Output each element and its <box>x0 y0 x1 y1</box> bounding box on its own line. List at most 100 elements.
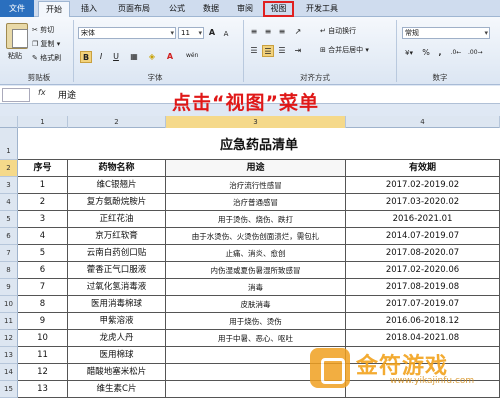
bold-button[interactable]: B <box>80 51 92 63</box>
table-cell[interactable]: 正红花油 <box>68 211 166 227</box>
sheet-title[interactable]: 应急药品清单 <box>18 128 500 160</box>
italic-button[interactable]: I <box>95 51 107 63</box>
table-cell[interactable]: 2016.06-2018.12 <box>346 313 500 329</box>
row-header[interactable]: 6 <box>0 228 18 245</box>
align-top-icon[interactable]: ≡ <box>248 26 260 38</box>
row-header[interactable]: 14 <box>0 364 18 381</box>
fill-color-icon[interactable]: ◈ <box>146 51 158 63</box>
table-cell[interactable]: 云南白药创口贴 <box>68 245 166 261</box>
header-cell[interactable]: 序号 <box>18 160 68 176</box>
table-cell[interactable]: 3 <box>18 211 68 227</box>
tab-file[interactable]: 文件 <box>0 0 34 17</box>
row-header[interactable]: 15 <box>0 381 18 398</box>
header-cell[interactable]: 有效期 <box>346 160 500 176</box>
tab-page-layout[interactable]: 页面布局 <box>110 1 158 17</box>
copy-button[interactable]: ❐ 复制 ▾ <box>32 39 60 49</box>
table-cell[interactable]: 京万红软膏 <box>68 228 166 244</box>
table-cell[interactable]: 2017.02-2019.02 <box>346 177 500 193</box>
table-cell[interactable]: 7 <box>18 279 68 295</box>
paste-icon[interactable] <box>6 23 28 49</box>
table-cell[interactable]: 龙虎人丹 <box>68 330 166 346</box>
row-header[interactable]: 1 <box>0 128 18 160</box>
table-cell[interactable]: 治疗普通感冒 <box>166 194 346 210</box>
table-cell[interactable]: 维生素C片 <box>68 381 166 397</box>
table-cell[interactable]: 10 <box>18 330 68 346</box>
align-middle-icon[interactable]: ≡ <box>262 26 274 38</box>
table-cell[interactable]: 2016-2021.01 <box>346 211 500 227</box>
currency-icon[interactable]: ¥▾ <box>403 47 415 59</box>
select-all-corner[interactable] <box>0 116 18 128</box>
border-icon[interactable]: ▦ <box>128 51 140 63</box>
fx-icon[interactable]: fx <box>38 88 46 97</box>
table-cell[interactable]: 维C银翘片 <box>68 177 166 193</box>
table-cell[interactable]: 过氧化氢消毒液 <box>68 279 166 295</box>
table-cell[interactable]: 2017.02-2020.06 <box>346 262 500 278</box>
table-cell[interactable]: 医用消毒棉球 <box>68 296 166 312</box>
table-cell[interactable]: 用于烧伤、烫伤 <box>166 313 346 329</box>
row-header[interactable]: 9 <box>0 279 18 296</box>
table-cell[interactable]: 用于中暑、恶心、呕吐 <box>166 330 346 346</box>
tab-insert[interactable]: 插入 <box>74 1 104 17</box>
tab-developer[interactable]: 开发工具 <box>300 1 344 17</box>
table-cell[interactable]: 消毒 <box>166 279 346 295</box>
table-cell[interactable]: 止痛、消炎、愈创 <box>166 245 346 261</box>
table-cell[interactable]: 9 <box>18 313 68 329</box>
table-cell[interactable]: 甲紫溶液 <box>68 313 166 329</box>
table-cell[interactable]: 12 <box>18 364 68 380</box>
table-cell[interactable]: 用于烫伤、烧伤、跌打 <box>166 211 346 227</box>
column-header[interactable]: 1 <box>18 116 68 128</box>
table-cell[interactable]: 藿香正气口服液 <box>68 262 166 278</box>
cut-button[interactable]: ✂ 剪切 <box>32 25 54 35</box>
shrink-font-button[interactable]: A <box>220 28 232 40</box>
table-cell[interactable]: 2014.07-2019.07 <box>346 228 500 244</box>
phonetic-icon[interactable]: wén <box>186 51 198 61</box>
orientation-icon[interactable]: ↗ <box>292 26 304 38</box>
align-left-icon[interactable]: ☰ <box>248 45 260 57</box>
row-header[interactable]: 5 <box>0 211 18 228</box>
row-header[interactable]: 4 <box>0 194 18 211</box>
tab-data[interactable]: 数据 <box>196 1 226 17</box>
row-header[interactable]: 3 <box>0 177 18 194</box>
row-header[interactable]: 7 <box>0 245 18 262</box>
row-header[interactable]: 13 <box>0 347 18 364</box>
increase-decimal-icon[interactable]: .0← <box>450 47 462 59</box>
name-box[interactable] <box>2 88 30 102</box>
tab-review[interactable]: 审阅 <box>230 1 260 17</box>
table-cell[interactable]: 由于水烫伤、火烫伤创面溃烂，需包扎 <box>166 228 346 244</box>
tab-formulas[interactable]: 公式 <box>162 1 192 17</box>
header-cell[interactable]: 用途 <box>166 160 346 176</box>
font-size-select[interactable]: 11 <box>178 27 204 39</box>
tab-home[interactable]: 开始 <box>38 1 70 17</box>
table-cell[interactable]: 8 <box>18 296 68 312</box>
column-header-selected[interactable]: 3 <box>166 116 346 128</box>
format-painter-button[interactable]: ✎ 格式刷 <box>32 53 61 63</box>
decrease-decimal-icon[interactable]: .00→ <box>468 47 483 59</box>
indent-icon[interactable]: ⇥ <box>292 45 304 57</box>
underline-button[interactable]: U <box>110 51 122 63</box>
formula-input[interactable]: 用途 <box>58 88 76 101</box>
table-cell[interactable]: 医用棉球 <box>68 347 166 363</box>
tab-view[interactable]: 视图 <box>263 1 294 17</box>
font-name-select[interactable]: 宋体 <box>78 27 176 39</box>
row-header[interactable]: 11 <box>0 313 18 330</box>
table-cell[interactable]: 复方氨酚烷胺片 <box>68 194 166 210</box>
table-cell[interactable]: 2017.08-2020.07 <box>346 245 500 261</box>
number-format-select[interactable]: 常规 <box>402 27 490 39</box>
table-cell[interactable]: 醋酸地塞米松片 <box>68 364 166 380</box>
header-cell[interactable]: 药物名称 <box>68 160 166 176</box>
table-cell[interactable]: 2017.07-2019.07 <box>346 296 500 312</box>
table-cell[interactable]: 治疗流行性感冒 <box>166 177 346 193</box>
font-color-icon[interactable]: A <box>164 51 176 63</box>
paste-label[interactable]: 粘贴 <box>8 51 22 61</box>
table-cell[interactable]: 2017.08-2019.08 <box>346 279 500 295</box>
table-cell[interactable]: 5 <box>18 245 68 261</box>
grow-font-button[interactable]: A <box>206 27 218 39</box>
table-cell[interactable]: 皮肤消毒 <box>166 296 346 312</box>
row-header[interactable]: 12 <box>0 330 18 347</box>
table-cell[interactable]: 2017.03-2020.02 <box>346 194 500 210</box>
table-cell[interactable]: 11 <box>18 347 68 363</box>
align-right-icon[interactable]: ☰ <box>276 45 288 57</box>
row-header[interactable]: 2 <box>0 160 18 177</box>
table-cell[interactable]: 内伤湿或夏伤暑湿所致感冒 <box>166 262 346 278</box>
table-cell[interactable]: 6 <box>18 262 68 278</box>
